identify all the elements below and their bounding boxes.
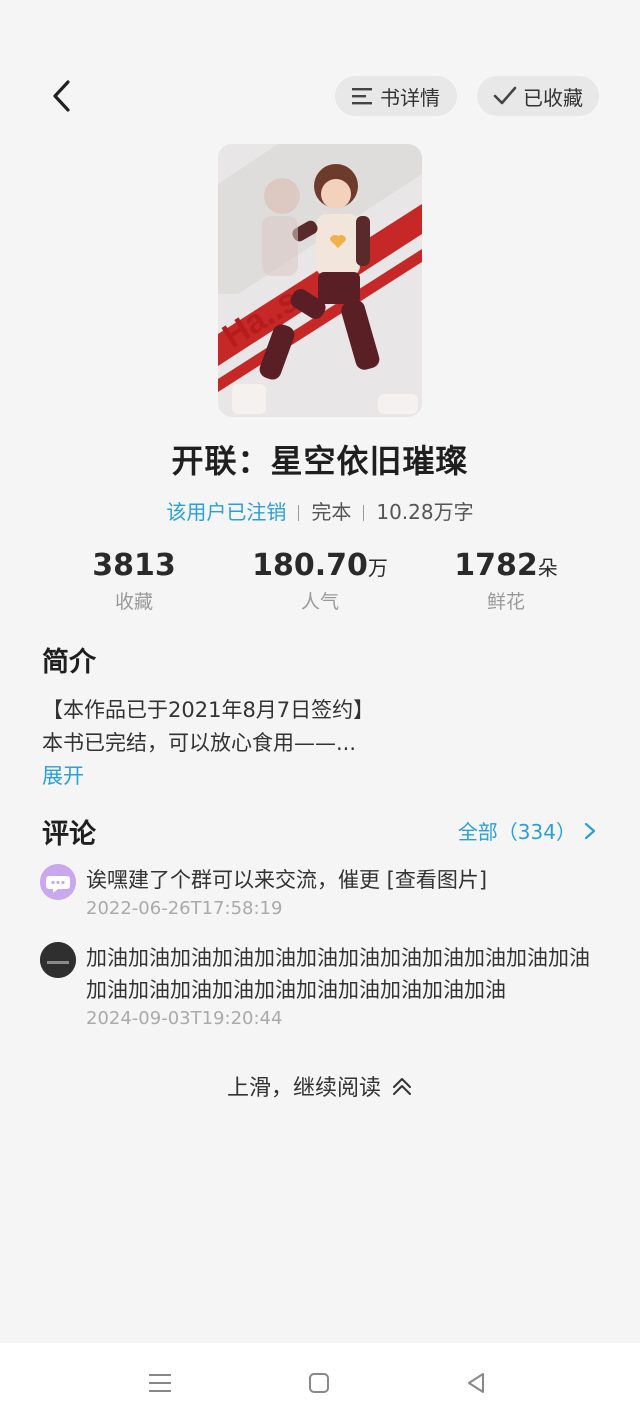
stat-label: 鲜花 xyxy=(486,591,525,613)
favorited-button[interactable]: 已收藏 xyxy=(477,76,599,116)
stat-label: 人气 xyxy=(300,591,339,613)
intro-text: 【本作品已于2021年8月7日签约】 本书已完结，可以放心食用——... xyxy=(42,694,602,760)
avatar xyxy=(40,942,76,978)
checkmark-icon xyxy=(493,86,517,105)
intro-line: 【本作品已于2021年8月7日签约】 xyxy=(42,698,375,722)
comments-heading: 评论 xyxy=(42,819,96,850)
stat-label: 收藏 xyxy=(114,591,153,613)
list-icon xyxy=(352,88,372,105)
book-detail-screen: 书详情 已收藏 Ha..s 开联：星空依旧璀璨 该用户已注销 完本 10.28万… xyxy=(0,0,640,1343)
book-details-label: 书详情 xyxy=(380,85,440,110)
comment-text: 加油加油加油加油加油加油加油加油加油加油加油加油加油加油加油加油加油加油加油加油… xyxy=(86,946,590,1002)
book-status: 完本 xyxy=(311,500,352,524)
double-chevron-up-icon xyxy=(393,1078,411,1095)
expand-intro-button[interactable]: 展开 xyxy=(42,760,84,790)
comment-text: 诶嘿建了个群可以来交流，催更 [查看图片] xyxy=(86,868,488,892)
triangle-back-icon xyxy=(468,1373,484,1393)
stat-unit: 万 xyxy=(367,556,388,580)
continue-reading-hint[interactable]: 上滑，继续阅读 xyxy=(0,1070,640,1102)
square-icon xyxy=(309,1373,329,1393)
comment-time: 2022-06-26T17:58:19 xyxy=(86,898,283,919)
author-link[interactable]: 该用户已注销 xyxy=(166,500,286,524)
home-button[interactable] xyxy=(301,1365,337,1401)
meta-divider xyxy=(298,505,300,521)
all-comments-label: 全部（334） xyxy=(457,820,576,844)
stat-value: 180.70 xyxy=(252,548,368,583)
stat-favorites: 3813 收藏 xyxy=(34,548,234,614)
book-title: 开联：星空依旧璀璨 xyxy=(171,442,469,480)
book-cover-image: Ha..s xyxy=(218,144,422,417)
continue-reading-label: 上滑，继续阅读 xyxy=(226,1076,381,1101)
comment-body: 诶嘿建了个群可以来交流，催更 [查看图片] 2022-06-26T17:58:1… xyxy=(86,864,600,919)
stat-value: 3813 xyxy=(92,548,176,583)
book-stats: 3813 收藏 180.70万 人气 1782朵 鲜花 xyxy=(0,548,640,618)
stat-unit: 朵 xyxy=(537,556,558,580)
word-count: 10.28万字 xyxy=(376,500,474,524)
avatar xyxy=(40,864,76,900)
back-button[interactable] xyxy=(40,74,84,118)
chevron-right-icon xyxy=(584,822,596,839)
comment-time: 2024-09-03T19:20:44 xyxy=(86,1008,283,1029)
menu-icon xyxy=(149,1374,171,1392)
favorited-label: 已收藏 xyxy=(523,85,583,110)
system-back-button[interactable] xyxy=(458,1365,494,1401)
stat-value: 1782 xyxy=(454,548,538,583)
recent-apps-button[interactable] xyxy=(142,1365,178,1401)
system-navigation-bar xyxy=(0,1343,640,1422)
meta-divider xyxy=(363,505,365,521)
chevron-left-icon xyxy=(53,80,70,112)
book-details-button[interactable]: 书详情 xyxy=(335,76,457,116)
intro-line: 本书已完结，可以放心食用——... xyxy=(42,731,357,755)
intro-heading: 简介 xyxy=(42,647,96,678)
stat-flowers: 1782朵 鲜花 xyxy=(406,548,606,614)
stat-popularity: 180.70万 人气 xyxy=(220,548,420,614)
comment-body: 加油加油加油加油加油加油加油加油加油加油加油加油加油加油加油加油加油加油加油加油… xyxy=(86,942,600,1029)
chat-bubble-icon xyxy=(40,864,76,900)
book-meta: 该用户已注销 完本 10.28万字 xyxy=(0,496,640,525)
all-comments-link[interactable]: 全部（334） xyxy=(458,816,596,845)
